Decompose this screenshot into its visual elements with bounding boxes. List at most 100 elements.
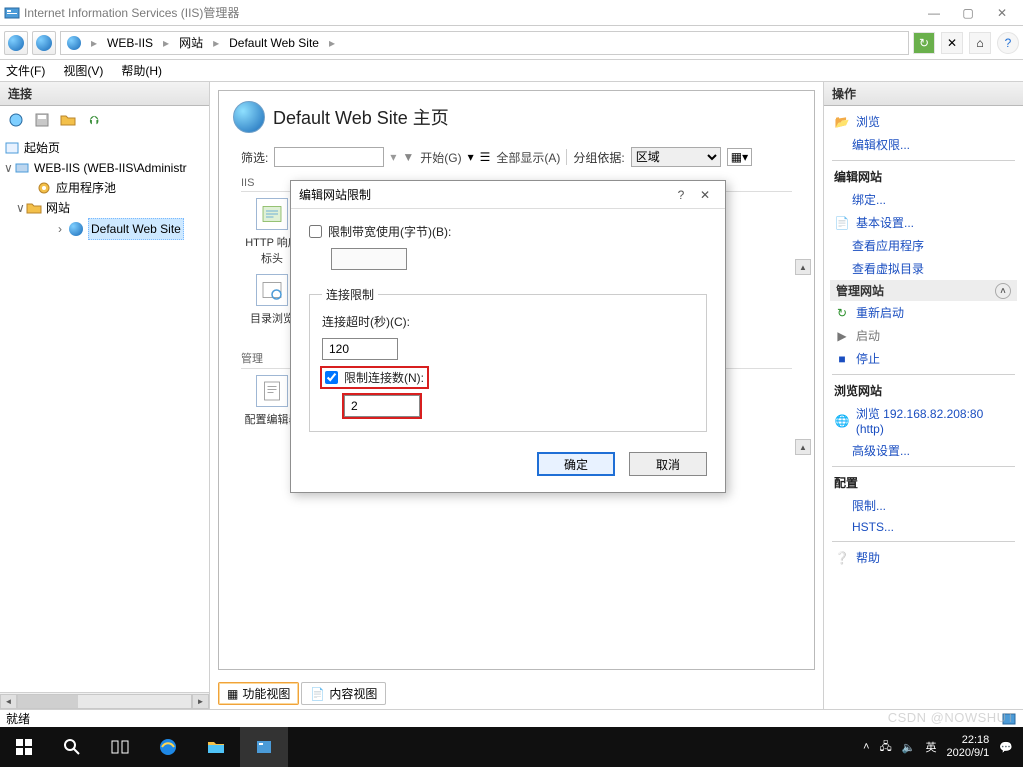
up-icon[interactable]: ⮉ xyxy=(84,110,104,130)
start-button[interactable] xyxy=(0,727,48,767)
refresh-icon[interactable]: ↻ xyxy=(913,32,935,54)
action-group-edit-site: 编辑网站 xyxy=(830,165,1017,188)
menu-bar: 文件(F) 视图(V) 帮助(H) xyxy=(0,60,1023,82)
breadcrumb-item[interactable]: 网站 xyxy=(179,34,203,51)
taskbar-explorer[interactable] xyxy=(192,727,240,767)
globe-icon xyxy=(67,36,81,50)
stop-icon[interactable]: ✕ xyxy=(941,32,963,54)
scroll-up-icon[interactable]: ▲ xyxy=(795,439,811,455)
tray-ime[interactable]: 英 xyxy=(925,739,936,755)
site-icon xyxy=(233,101,265,133)
connections-hscrollbar[interactable]: ◄► xyxy=(0,692,209,709)
menu-view[interactable]: 视图(V) xyxy=(63,62,103,79)
view-mode-button[interactable]: ▦▾ xyxy=(727,148,752,166)
connect-icon[interactable] xyxy=(6,110,26,130)
help-icon[interactable]: ? xyxy=(997,32,1019,54)
http-headers-icon xyxy=(256,198,288,230)
tree-app-pools[interactable]: 应用程序池 xyxy=(4,178,205,198)
action-basic-settings[interactable]: 📄基本设置... xyxy=(830,211,1017,234)
limit-connections-input[interactable] xyxy=(325,371,338,384)
nav-forward-button[interactable] xyxy=(32,31,56,55)
limit-bandwidth-input[interactable] xyxy=(309,225,322,238)
page-heading: Default Web Site 主页 xyxy=(219,91,814,147)
breadcrumb[interactable]: ▸ WEB-IIS ▸ 网站 ▸ Default Web Site ▸ xyxy=(60,31,909,55)
action-view-applications[interactable]: 查看应用程序 xyxy=(830,234,1017,257)
tray-chevron-icon[interactable]: ˄ xyxy=(863,741,869,753)
connection-limit-input[interactable] xyxy=(344,395,420,417)
action-edit-permissions[interactable]: 编辑权限... xyxy=(830,133,1017,156)
minimize-button[interactable]: — xyxy=(917,2,951,24)
action-browse-binding[interactable]: 🌐浏览 192.168.82.208:80 (http) xyxy=(830,402,1017,439)
nav-back-button[interactable] xyxy=(4,31,28,55)
menu-file[interactable]: 文件(F) xyxy=(6,62,45,79)
action-help[interactable]: ❔帮助 xyxy=(830,546,1017,569)
maximize-button[interactable]: ▢ xyxy=(951,2,985,24)
tree-start-page[interactable]: 起始页 xyxy=(4,138,205,158)
status-bar: 就绪 xyxy=(0,709,1023,727)
actions-header: 操作 xyxy=(824,82,1023,106)
action-explore[interactable]: 📂浏览 xyxy=(830,110,1017,133)
search-button[interactable] xyxy=(48,727,96,767)
action-view-virtual-dirs[interactable]: 查看虚拟目录 xyxy=(830,257,1017,280)
action-restart[interactable]: ↻重新启动 xyxy=(830,301,1017,324)
cancel-button[interactable]: 取消 xyxy=(629,452,707,476)
system-tray: ˄ 🖧 🔈 英 22:18 2020/9/1 💬 xyxy=(853,734,1023,760)
action-start[interactable]: ▶启动 xyxy=(830,324,1017,347)
restart-icon: ↻ xyxy=(834,305,850,321)
action-hsts[interactable]: HSTS... xyxy=(830,517,1017,537)
folder-icon[interactable] xyxy=(58,110,78,130)
taskbar-ie[interactable] xyxy=(144,727,192,767)
breadcrumb-item[interactable]: Default Web Site xyxy=(229,36,319,50)
limit-connections-checkbox[interactable]: 限制连接数(N): xyxy=(322,368,427,387)
connections-tree: 起始页 ∨ WEB-IIS (WEB-IIS\Administr 应用程序池 ∨… xyxy=(0,134,209,244)
content-view-icon: 📄 xyxy=(310,687,325,701)
tray-notifications-icon[interactable]: 💬 xyxy=(999,741,1013,754)
tab-features-view[interactable]: ▦ 功能视图 xyxy=(218,682,299,705)
breadcrumb-item[interactable]: WEB-IIS xyxy=(107,36,153,50)
menu-help[interactable]: 帮助(H) xyxy=(121,62,162,79)
filter-bar: 筛选: ▾ ▼ 开始(G) ▾ ☰ 全部显示(A) 分组依据: 区域 ▦▾ xyxy=(219,147,814,171)
view-tabs: ▦ 功能视图 📄 内容视图 xyxy=(210,678,823,709)
group-by-select[interactable]: 区域 xyxy=(631,147,721,167)
stop-icon: ■ xyxy=(834,351,850,367)
tray-clock[interactable]: 22:18 2020/9/1 xyxy=(946,734,989,760)
filter-input[interactable] xyxy=(274,147,384,167)
save-icon[interactable] xyxy=(32,110,52,130)
task-view-button[interactable] xyxy=(96,727,144,767)
taskbar-iis-manager[interactable] xyxy=(240,727,288,767)
action-advanced-settings[interactable]: 高级设置... xyxy=(830,439,1017,462)
group-by-label: 分组依据: xyxy=(573,149,624,166)
dialog-close-button[interactable]: ✕ xyxy=(693,185,717,205)
timeout-input[interactable] xyxy=(322,338,398,360)
dialog-help-button[interactable]: ? xyxy=(669,185,693,205)
show-all-button[interactable]: 全部显示(A) xyxy=(496,149,560,166)
dir-browse-icon xyxy=(256,274,288,306)
connections-toolbar: ⮉ xyxy=(0,106,209,134)
action-stop[interactable]: ■停止 xyxy=(830,347,1017,370)
tree-server[interactable]: ∨ WEB-IIS (WEB-IIS\Administr xyxy=(4,158,205,178)
connections-header: 连接 xyxy=(0,82,209,106)
tray-network-icon[interactable]: 🖧 xyxy=(880,738,892,757)
app-icon xyxy=(4,5,20,21)
sites-folder-icon xyxy=(26,200,42,216)
ok-button[interactable]: 确定 xyxy=(537,452,615,476)
status-text: 就绪 xyxy=(6,710,30,727)
explore-icon: 📂 xyxy=(834,114,850,130)
window-titlebar: Internet Information Services (IIS)管理器 —… xyxy=(0,0,1023,26)
tray-volume-icon[interactable]: 🔈 xyxy=(902,741,916,754)
taskbar: ˄ 🖧 🔈 英 22:18 2020/9/1 💬 xyxy=(0,727,1023,767)
tab-content-view[interactable]: 📄 内容视图 xyxy=(301,682,386,705)
tree-default-web-site[interactable]: › Default Web Site xyxy=(4,218,205,240)
action-group-browse-site: 浏览网站 xyxy=(830,379,1017,402)
filter-start-button[interactable]: 开始(G) xyxy=(420,149,461,166)
scroll-up-icon[interactable]: ▲ xyxy=(795,259,811,275)
action-bindings[interactable]: 绑定... xyxy=(830,188,1017,211)
window-title: Internet Information Services (IIS)管理器 xyxy=(24,4,917,21)
action-limits[interactable]: 限制... xyxy=(830,494,1017,517)
close-button[interactable]: ✕ xyxy=(985,2,1019,24)
tree-sites[interactable]: ∨ 网站 xyxy=(4,198,205,218)
start-icon: ▶ xyxy=(834,328,850,344)
collapse-icon[interactable]: ˄ xyxy=(995,283,1011,299)
limit-bandwidth-checkbox[interactable]: 限制带宽使用(字节)(B): xyxy=(309,223,707,240)
home-icon[interactable]: ⌂ xyxy=(969,32,991,54)
